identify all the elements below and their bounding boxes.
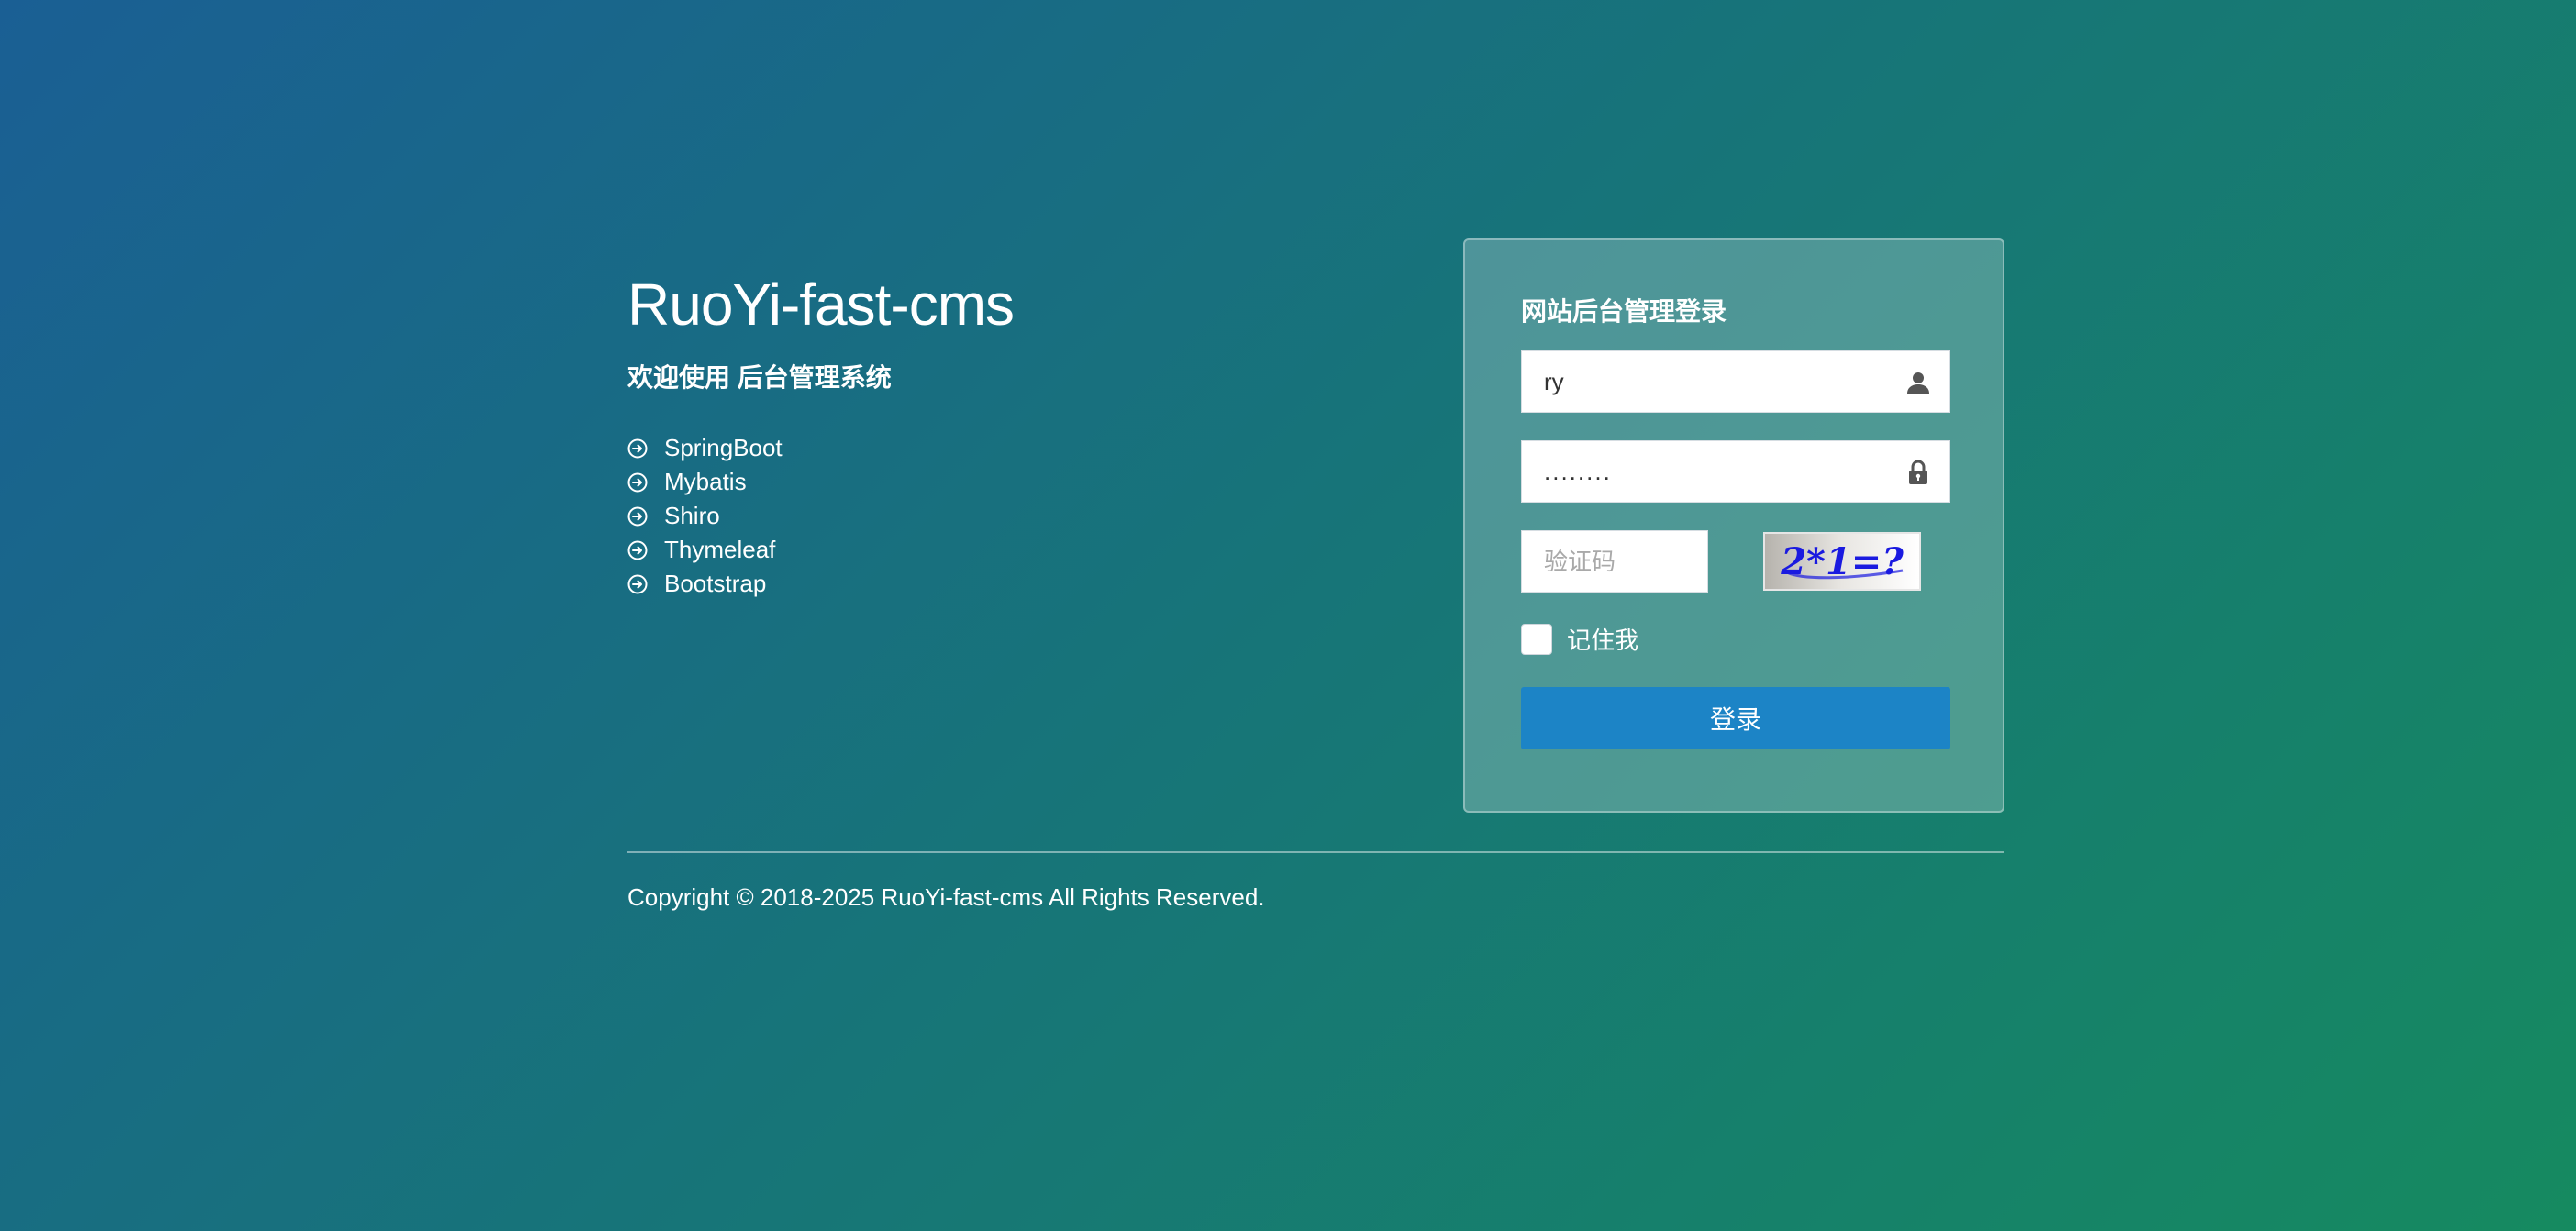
arrow-circle-right-icon (627, 540, 648, 560)
username-field (1521, 350, 1950, 413)
remember-me[interactable]: 记住我 (1521, 622, 1947, 656)
arrow-circle-right-icon (627, 438, 648, 458)
username-input[interactable] (1522, 351, 1949, 412)
list-item: Mybatis (627, 465, 1453, 499)
list-item: SpringBoot (627, 431, 1453, 465)
user-icon (1907, 372, 1929, 394)
captcha-input[interactable] (1522, 531, 1707, 592)
password-field (1521, 440, 1950, 503)
captcha-image[interactable]: 2*1=? (1763, 532, 1921, 591)
list-item: Shiro (627, 499, 1453, 533)
tech-list: SpringBoot Mybatis Shiro Thymeleaf Boots… (627, 431, 1453, 601)
captcha-text: 2*1=? (1780, 540, 1904, 583)
captcha-field (1521, 530, 1708, 593)
welcome-text: 欢迎使用 后台管理系统 (627, 363, 892, 392)
tech-label: Mybatis (664, 468, 747, 495)
password-input[interactable] (1522, 441, 1949, 502)
login-card: 网站后台管理登录 2*1=? 记住我 登录 (1463, 238, 2004, 813)
login-button[interactable]: 登录 (1521, 687, 1950, 749)
remember-checkbox[interactable] (1521, 623, 1552, 655)
tech-label: SpringBoot (664, 434, 783, 461)
footer-divider (627, 851, 2004, 853)
tech-label: Shiro (664, 502, 720, 529)
brand-title: RuoYi-fast-cms (627, 272, 1015, 338)
login-title: 网站后台管理登录 (1521, 297, 1727, 326)
remember-label: 记住我 (1567, 627, 1639, 654)
list-item: Bootstrap (627, 567, 1453, 601)
tech-label: Thymeleaf (664, 536, 776, 563)
arrow-circle-right-icon (627, 472, 648, 492)
list-item: Thymeleaf (627, 533, 1453, 567)
arrow-circle-right-icon (627, 574, 648, 593)
tech-label: Bootstrap (664, 570, 767, 597)
lock-icon (1909, 460, 1927, 484)
intro-section: RuoYi-fast-cms 欢迎使用 后台管理系统 SpringBoot My… (627, 266, 1453, 601)
captcha-row: 2*1=? (1521, 530, 1947, 593)
copyright-text: Copyright © 2018-2025 RuoYi-fast-cms All… (627, 883, 1265, 911)
arrow-circle-right-icon (627, 506, 648, 526)
captcha-graphic: 2*1=? (1780, 540, 1904, 583)
